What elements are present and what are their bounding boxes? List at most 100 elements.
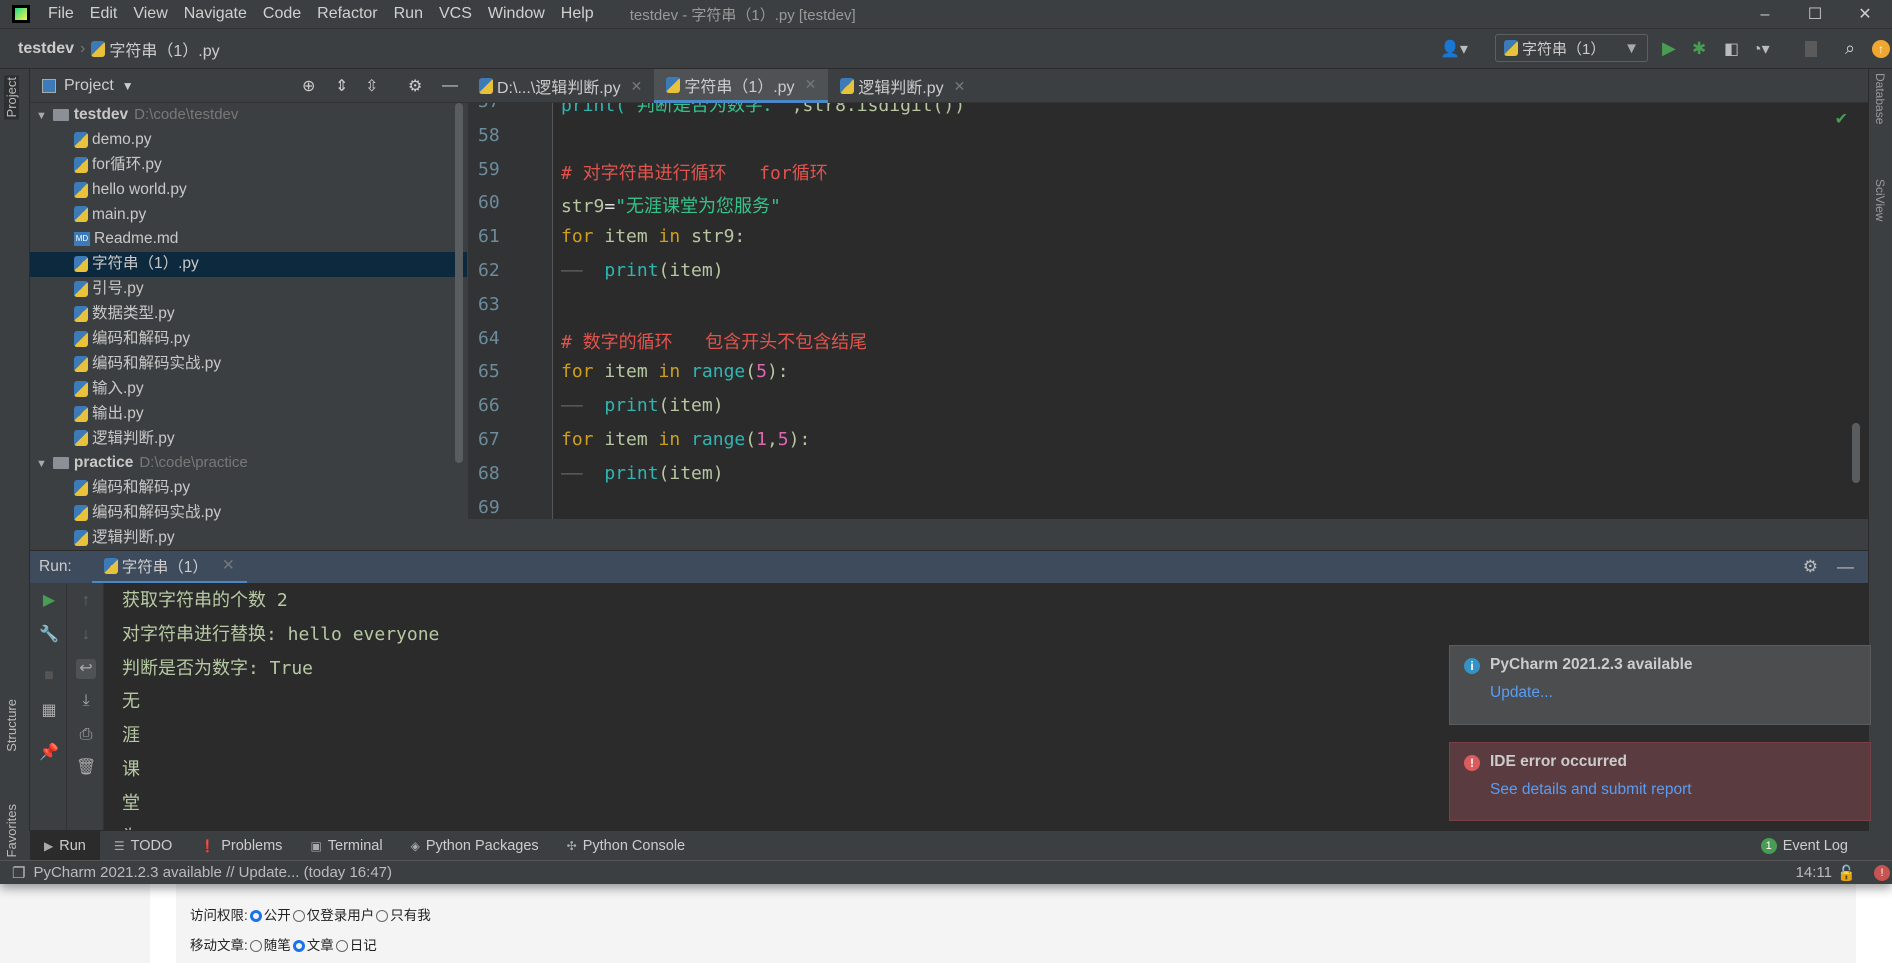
menu-window[interactable]: Window <box>480 5 553 23</box>
run-tab[interactable]: 字符串（1） ✕ <box>91 551 247 584</box>
hide-icon[interactable]: — <box>1837 557 1854 577</box>
tree-file[interactable]: 输出.py <box>30 402 467 427</box>
notification-title: PyCharm 2021.2.3 available <box>1490 656 1693 673</box>
close-tab-icon[interactable]: ✕ <box>805 76 817 93</box>
tool-tab-python-packages[interactable]: ◈ Python Packages <box>397 831 553 861</box>
tree-file[interactable]: 字符串（1）.py <box>30 252 467 278</box>
tool-tab-run[interactable]: ▶ Run <box>30 830 100 861</box>
radio-button[interactable] <box>249 940 262 953</box>
favorites-tool-tab[interactable]: Favorites <box>4 804 19 857</box>
tree-file[interactable]: 编码和解码实战.py <box>30 501 467 526</box>
tool-tab-problems[interactable]: ❗ Problems <box>186 831 296 861</box>
tree-file[interactable]: 输入.py <box>30 377 467 402</box>
tree-file[interactable]: 编码和解码实战.py <box>30 352 467 377</box>
tree-folder[interactable]: ▼ practice D:\code\practice <box>30 451 467 476</box>
status-message[interactable]: PyCharm 2021.2.3 available // Update... … <box>33 864 392 881</box>
radio-button[interactable] <box>292 910 305 923</box>
radio-label[interactable]: 公开 <box>264 908 291 923</box>
run-config-selector[interactable]: 字符串（1） ▼ <box>1495 34 1648 62</box>
expand-all-icon[interactable]: ⇕ <box>335 76 348 96</box>
status-toggle-icon[interactable]: ❐ <box>12 864 25 882</box>
tree-file[interactable]: 数据类型.py <box>30 302 467 327</box>
menu-help[interactable]: Help <box>553 5 602 23</box>
tree-file[interactable]: 引号.py <box>30 277 467 302</box>
chevron-down-icon[interactable]: ▼ <box>36 110 47 122</box>
radio-button[interactable] <box>376 910 389 923</box>
tree-file[interactable]: 逻辑判断.py <box>30 526 467 551</box>
close-button[interactable]: ✕ <box>1842 0 1888 29</box>
notification-link[interactable]: See details and submit report <box>1490 781 1856 799</box>
radio-label[interactable]: 文章 <box>307 938 334 953</box>
code-token: for <box>561 429 594 450</box>
error-icon[interactable]: ! <box>1874 864 1890 881</box>
radio-label[interactable]: 日记 <box>350 938 377 953</box>
tree-file[interactable]: main.py <box>30 203 467 228</box>
menu-edit[interactable]: Edit <box>82 5 126 23</box>
radio-button[interactable] <box>249 910 262 923</box>
editor-scrollbar[interactable] <box>1852 423 1860 483</box>
editor-tab[interactable]: 逻辑判断.py ✕ <box>828 69 977 103</box>
radio-label[interactable]: 仅登录用户 <box>307 908 375 923</box>
run-icon[interactable]: ▶ <box>1662 38 1676 59</box>
project-view-selector[interactable]: Project <box>64 77 114 95</box>
notification-link[interactable]: Update... <box>1490 684 1856 702</box>
user-icon[interactable]: 👤▾ <box>1440 39 1468 59</box>
lock-icon[interactable]: 🔓 <box>1837 864 1856 882</box>
breadcrumb-project[interactable]: testdev <box>18 40 74 58</box>
project-tool-tab[interactable]: Project <box>4 75 19 120</box>
editor-tab[interactable]: D:\...\逻辑判断.py ✕ <box>467 69 654 103</box>
menu-navigate[interactable]: Navigate <box>176 5 255 23</box>
gear-icon[interactable]: ⚙ <box>408 76 422 96</box>
hide-icon[interactable]: — <box>442 77 458 95</box>
close-tab-icon[interactable]: ✕ <box>954 78 966 95</box>
menu-run[interactable]: Run <box>386 5 431 23</box>
tree-file[interactable]: 编码和解码.py <box>30 476 467 501</box>
maximize-button[interactable]: ☐ <box>1792 0 1838 29</box>
structure-tool-tab[interactable]: Structure <box>4 699 19 752</box>
collapse-all-icon[interactable]: ⇳ <box>365 76 378 96</box>
code-token: range <box>680 361 746 383</box>
code-editor[interactable]: 57585960616263646566676869 print("判断是否为数… <box>468 103 1868 519</box>
stop-icon[interactable] <box>1805 40 1817 57</box>
minimize-button[interactable]: – <box>1742 0 1788 29</box>
close-tab-icon[interactable]: ✕ <box>631 78 643 95</box>
editor-tab[interactable]: 字符串（1）.py ✕ <box>654 69 829 103</box>
debug-icon[interactable]: ✱ <box>1692 39 1706 59</box>
tool-tab-label: Terminal <box>327 837 383 854</box>
code-line: —— print(item) <box>561 395 724 416</box>
tool-tab-python-console[interactable]: ✣ Python Console <box>553 831 699 861</box>
close-tab-icon[interactable]: ✕ <box>222 556 235 575</box>
tree-file[interactable]: 编码和解码.py <box>30 327 467 352</box>
tree-folder[interactable]: ▼ testdev D:\code\testdev <box>30 103 467 128</box>
menu-file[interactable]: File <box>40 5 82 23</box>
tool-tab-terminal[interactable]: ▣ Terminal <box>296 831 396 861</box>
sciview-tool-tab[interactable]: SciView <box>1873 179 1887 221</box>
database-tool-tab[interactable]: Database <box>1873 73 1887 124</box>
tree-file[interactable]: 逻辑判断.py <box>30 427 467 452</box>
radio-label[interactable]: 只有我 <box>390 908 431 923</box>
python-icon <box>103 557 118 574</box>
menu-view[interactable]: View <box>125 5 175 23</box>
profile-icon[interactable]: ◔▾ <box>1752 39 1770 59</box>
update-icon[interactable]: ↑ <box>1872 39 1890 58</box>
project-scrollbar[interactable] <box>455 103 463 463</box>
event-log-button[interactable]: 1 Event Log <box>1760 837 1848 854</box>
chevron-down-icon[interactable]: ▼ <box>122 79 134 93</box>
coverage-icon[interactable]: ◧ <box>1724 39 1739 59</box>
menu-refactor[interactable]: Refactor <box>309 5 385 23</box>
chevron-down-icon[interactable]: ▼ <box>36 458 47 470</box>
menu-code[interactable]: Code <box>255 5 309 23</box>
breadcrumb-file[interactable]: 字符串（1）.py <box>109 37 219 61</box>
radio-button[interactable] <box>335 940 348 953</box>
tree-file[interactable]: MD Readme.md <box>30 227 467 252</box>
locate-icon[interactable]: ⊕ <box>302 76 315 96</box>
menu-vcs[interactable]: VCS <box>431 5 480 23</box>
tree-file[interactable]: for循环.py <box>30 153 467 178</box>
radio-label[interactable]: 随笔 <box>264 938 291 953</box>
radio-button[interactable] <box>292 940 305 953</box>
search-icon[interactable]: ⌕ <box>1845 38 1855 59</box>
gear-icon[interactable]: ⚙ <box>1803 557 1818 577</box>
tool-tab-todo[interactable]: ☰ TODO <box>100 831 186 861</box>
tree-file[interactable]: hello world.py <box>30 178 467 203</box>
tree-file[interactable]: demo.py <box>30 128 467 153</box>
